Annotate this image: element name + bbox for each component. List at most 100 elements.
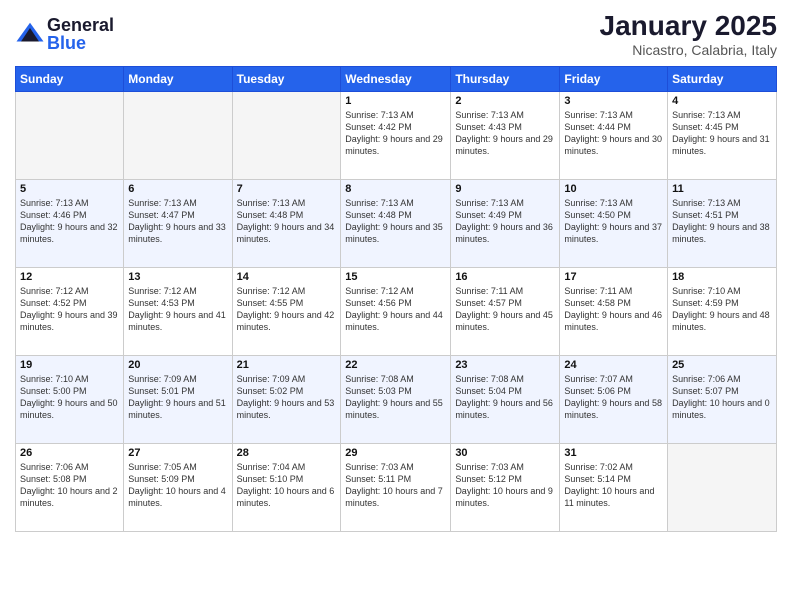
day-number: 14 — [237, 271, 337, 283]
day-info: Sunrise: 7:08 AMSunset: 5:03 PMDaylight:… — [345, 373, 446, 422]
day-number: 24 — [564, 359, 663, 371]
day-number: 7 — [237, 183, 337, 195]
day-number: 8 — [345, 183, 446, 195]
day-info: Sunrise: 7:07 AMSunset: 5:06 PMDaylight:… — [564, 373, 663, 422]
calendar-day: 19 Sunrise: 7:10 AMSunset: 5:00 PMDayligh… — [16, 356, 124, 444]
calendar-day: 3 Sunrise: 7:13 AMSunset: 4:44 PMDaylight… — [560, 92, 668, 180]
calendar-day: 25 Sunrise: 7:06 AMSunset: 5:07 PMDayligh… — [668, 356, 777, 444]
calendar-day: 28 Sunrise: 7:04 AMSunset: 5:10 PMDayligh… — [232, 444, 341, 532]
calendar-day: 22 Sunrise: 7:08 AMSunset: 5:03 PMDayligh… — [341, 356, 451, 444]
day-number: 2 — [455, 95, 555, 107]
day-info: Sunrise: 7:13 AMSunset: 4:47 PMDaylight:… — [128, 197, 227, 246]
calendar-day: 21Sunrise: 7:09 AMSunset: 5:02 PMDayligh… — [232, 356, 341, 444]
calendar-day: 24 Sunrise: 7:07 AMSunset: 5:06 PMDayligh… — [560, 356, 668, 444]
day-info: Sunrise: 7:11 AMSunset: 4:58 PMDaylight:… — [564, 285, 663, 334]
calendar-day: 7Sunrise: 7:13 AMSunset: 4:48 PMDaylight… — [232, 180, 341, 268]
day-info: Sunrise: 7:04 AMSunset: 5:10 PMDaylight:… — [237, 461, 337, 510]
day-number: 17 — [564, 271, 663, 283]
calendar-day: 17 Sunrise: 7:11 AMSunset: 4:58 PMDayligh… — [560, 268, 668, 356]
day-info: Sunrise: 7:12 AMSunset: 4:55 PMDaylight:… — [237, 285, 337, 334]
logo-blue: Blue — [47, 34, 114, 52]
day-number: 13 — [128, 271, 227, 283]
day-number: 28 — [237, 447, 337, 459]
day-info: Sunrise: 7:06 AMSunset: 5:08 PMDaylight:… — [20, 461, 119, 510]
day-number: 26 — [20, 447, 119, 459]
calendar-day: 4 Sunrise: 7:13 AMSunset: 4:45 PMDaylight… — [668, 92, 777, 180]
calendar-day: 13Sunrise: 7:12 AMSunset: 4:53 PMDayligh… — [124, 268, 232, 356]
calendar-day — [124, 92, 232, 180]
day-info: Sunrise: 7:13 AMSunset: 4:48 PMDaylight:… — [345, 197, 446, 246]
calendar-day: 12 Sunrise: 7:12 AMSunset: 4:52 PMDayligh… — [16, 268, 124, 356]
day-info: Sunrise: 7:13 AMSunset: 4:51 PMDaylight:… — [672, 197, 772, 246]
day-info: Sunrise: 7:06 AMSunset: 5:07 PMDaylight:… — [672, 373, 772, 422]
day-info: Sunrise: 7:05 AMSunset: 5:09 PMDaylight:… — [128, 461, 227, 510]
day-number: 5 — [20, 183, 119, 195]
calendar-day: 14 Sunrise: 7:12 AMSunset: 4:55 PMDayligh… — [232, 268, 341, 356]
calendar-day: 5 Sunrise: 7:13 AMSunset: 4:46 PMDaylight… — [16, 180, 124, 268]
logo-general: General — [47, 16, 114, 34]
calendar-week-row: 26 Sunrise: 7:06 AMSunset: 5:08 PMDayligh… — [16, 444, 777, 532]
calendar-day: 11 Sunrise: 7:13 AMSunset: 4:51 PMDayligh… — [668, 180, 777, 268]
day-info: Sunrise: 7:09 AMSunset: 5:01 PMDaylight:… — [128, 373, 227, 422]
day-number: 11 — [672, 183, 772, 195]
day-number: 18 — [672, 271, 772, 283]
header-friday: Friday — [560, 67, 668, 92]
day-info: Sunrise: 7:13 AMSunset: 4:45 PMDaylight:… — [672, 109, 772, 158]
title-section: January 2025 Nicastro, Calabria, Italy — [600, 10, 777, 58]
day-info: Sunrise: 7:12 AMSunset: 4:56 PMDaylight:… — [345, 285, 446, 334]
day-number: 3 — [564, 95, 663, 107]
day-info: Sunrise: 7:10 AMSunset: 5:00 PMDaylight:… — [20, 373, 119, 422]
day-info: Sunrise: 7:12 AMSunset: 4:52 PMDaylight:… — [20, 285, 119, 334]
day-number: 1 — [345, 95, 446, 107]
day-number: 10 — [564, 183, 663, 195]
calendar-day: 30Sunrise: 7:03 AMSunset: 5:12 PMDayligh… — [451, 444, 560, 532]
calendar-week-row: 1 Sunrise: 7:13 AMSunset: 4:42 PMDaylight… — [16, 92, 777, 180]
day-number: 29 — [345, 447, 446, 459]
calendar-day: 18 Sunrise: 7:10 AMSunset: 4:59 PMDayligh… — [668, 268, 777, 356]
calendar-day: 6 Sunrise: 7:13 AMSunset: 4:47 PMDaylight… — [124, 180, 232, 268]
calendar-day: 31 Sunrise: 7:02 AMSunset: 5:14 PMDayligh… — [560, 444, 668, 532]
calendar-week-row: 12 Sunrise: 7:12 AMSunset: 4:52 PMDayligh… — [16, 268, 777, 356]
calendar-day — [668, 444, 777, 532]
calendar-day: 29Sunrise: 7:03 AMSunset: 5:11 PMDayligh… — [341, 444, 451, 532]
day-number: 23 — [455, 359, 555, 371]
calendar-week-row: 19 Sunrise: 7:10 AMSunset: 5:00 PMDayligh… — [16, 356, 777, 444]
calendar-day: 27 Sunrise: 7:05 AMSunset: 5:09 PMDayligh… — [124, 444, 232, 532]
day-number: 4 — [672, 95, 772, 107]
day-info: Sunrise: 7:13 AMSunset: 4:50 PMDaylight:… — [564, 197, 663, 246]
calendar-day: 1 Sunrise: 7:13 AMSunset: 4:42 PMDaylight… — [341, 92, 451, 180]
header: General Blue January 2025 Nicastro, Cala… — [15, 10, 777, 58]
calendar-day: 8 Sunrise: 7:13 AMSunset: 4:48 PMDaylight… — [341, 180, 451, 268]
header-wednesday: Wednesday — [341, 67, 451, 92]
day-info: Sunrise: 7:13 AMSunset: 4:46 PMDaylight:… — [20, 197, 119, 246]
calendar-day — [16, 92, 124, 180]
day-info: Sunrise: 7:13 AMSunset: 4:49 PMDaylight:… — [455, 197, 555, 246]
header-tuesday: Tuesday — [232, 67, 341, 92]
day-number: 25 — [672, 359, 772, 371]
calendar-week-row: 5 Sunrise: 7:13 AMSunset: 4:46 PMDaylight… — [16, 180, 777, 268]
month-title: January 2025 — [600, 10, 777, 42]
header-saturday: Saturday — [668, 67, 777, 92]
day-info: Sunrise: 7:13 AMSunset: 4:44 PMDaylight:… — [564, 109, 663, 158]
calendar-day: 16Sunrise: 7:11 AMSunset: 4:57 PMDayligh… — [451, 268, 560, 356]
day-number: 19 — [20, 359, 119, 371]
day-number: 6 — [128, 183, 227, 195]
day-number: 31 — [564, 447, 663, 459]
calendar-day — [232, 92, 341, 180]
day-info: Sunrise: 7:10 AMSunset: 4:59 PMDaylight:… — [672, 285, 772, 334]
day-number: 12 — [20, 271, 119, 283]
logo: General Blue — [15, 16, 114, 52]
day-number: 22 — [345, 359, 446, 371]
day-info: Sunrise: 7:03 AMSunset: 5:12 PMDaylight:… — [455, 461, 555, 510]
day-info: Sunrise: 7:02 AMSunset: 5:14 PMDaylight:… — [564, 461, 663, 510]
day-number: 9 — [455, 183, 555, 195]
day-info: Sunrise: 7:13 AMSunset: 4:42 PMDaylight:… — [345, 109, 446, 158]
day-number: 15 — [345, 271, 446, 283]
calendar-day: 23Sunrise: 7:08 AMSunset: 5:04 PMDayligh… — [451, 356, 560, 444]
day-number: 27 — [128, 447, 227, 459]
day-number: 20 — [128, 359, 227, 371]
calendar-day: 10 Sunrise: 7:13 AMSunset: 4:50 PMDayligh… — [560, 180, 668, 268]
calendar: Sunday Monday Tuesday Wednesday Thursday… — [15, 66, 777, 532]
calendar-header-row: Sunday Monday Tuesday Wednesday Thursday… — [16, 67, 777, 92]
day-number: 21 — [237, 359, 337, 371]
